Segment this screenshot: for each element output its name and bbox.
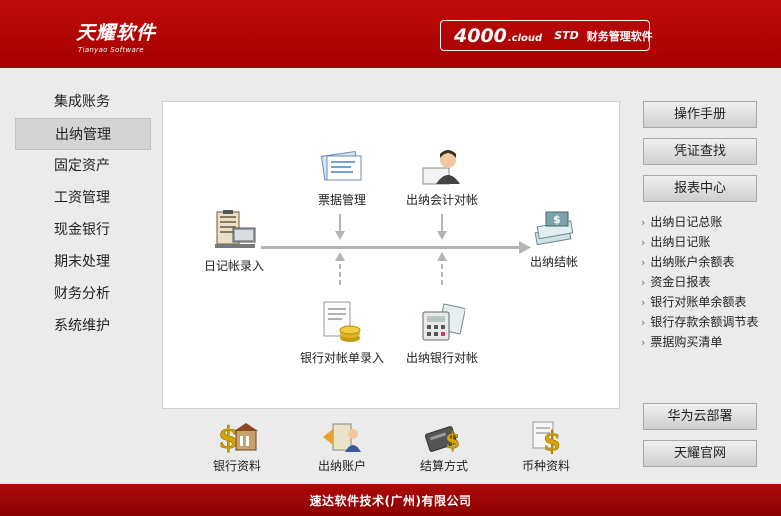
bills-icon — [320, 151, 362, 181]
report-link-label: 出纳日记账 — [650, 235, 711, 249]
huawei-cloud-button[interactable]: 华为云部署 — [643, 403, 757, 430]
chevron-right-icon: › — [641, 276, 646, 289]
product-edition: STD — [554, 29, 579, 42]
nav-item-period-end[interactable]: 期末处理 — [15, 246, 151, 278]
operation-manual-button[interactable]: 操作手册 — [643, 101, 757, 128]
currency-icon: $ — [532, 421, 561, 454]
bank-statement-entry-label: 银行对帐单录入 — [299, 351, 384, 365]
chevron-right-icon: › — [641, 256, 646, 269]
bank-info-label: 银行资料 — [212, 459, 261, 473]
report-link-label: 出纳日记总账 — [650, 215, 723, 229]
cashier-accounting-reconcile-node[interactable]: 出纳会计对帐 — [399, 148, 485, 208]
report-list: › 出纳日记总账 › 出纳日记账 › 出纳账户余额表 › 资金日报表 › 银行对账单余额表… — [641, 212, 758, 352]
bank-statement-entry-node[interactable]: 银行对帐单录入 — [295, 300, 389, 366]
journal-entry-label: 日记帐录入 — [203, 259, 264, 273]
report-link[interactable]: › 出纳账户余额表 — [641, 252, 758, 272]
chevron-right-icon: › — [641, 296, 646, 309]
main-flow-line — [261, 246, 523, 249]
cashier-account-label: 出纳账户 — [317, 459, 366, 473]
down-arrow-reconcile — [437, 214, 447, 240]
cashier-account-icon — [323, 423, 361, 452]
cashier-close-node[interactable]: $ 出纳结帐 — [519, 210, 589, 270]
calculator-money-icon — [422, 303, 465, 341]
svg-text:$: $ — [543, 427, 561, 454]
report-link-label: 票据购买清单 — [650, 335, 723, 349]
nav-item-financial-analysis[interactable]: 财务分析 — [15, 278, 151, 310]
nav-item-cashier[interactable]: 出纳管理 — [15, 118, 151, 150]
chevron-right-icon: › — [641, 216, 646, 229]
currency-info-link[interactable]: $ 币种资料 — [512, 420, 580, 474]
logo-cn: 天耀软件 — [76, 22, 157, 44]
official-website-button[interactable]: 天耀官网 — [643, 440, 757, 467]
chevron-right-icon: › — [641, 316, 646, 329]
down-arrow-bill — [335, 214, 345, 240]
report-link-label: 银行存款余额调节表 — [650, 315, 759, 329]
journal-entry-node[interactable]: 日记帐录入 — [195, 210, 273, 274]
footer-company: 速达软件技术(广州)有限公司 — [0, 484, 781, 516]
up-arrow-bank-statement — [335, 252, 345, 285]
nav-item-system-maintenance[interactable]: 系统维护 — [15, 310, 151, 342]
bill-management-node[interactable]: 票据管理 — [303, 148, 381, 208]
statement-coins-icon — [323, 301, 361, 342]
money-stack-icon: $ — [534, 211, 574, 246]
currency-info-label: 币种资料 — [521, 459, 570, 473]
settlement-method-link[interactable]: $ 结算方式 — [410, 420, 478, 474]
left-nav: 集成账务 出纳管理 固定资产 工资管理 现金银行 期末处理 财务分析 系统维护 — [15, 86, 151, 342]
bank-info-icon: $ — [218, 421, 258, 454]
nav-item-payroll[interactable]: 工资管理 — [15, 182, 151, 214]
cashier-close-label: 出纳结帐 — [529, 255, 578, 269]
svg-text:$: $ — [445, 428, 460, 454]
cashier-account-link[interactable]: 出纳账户 — [306, 420, 378, 474]
chevron-right-icon: › — [641, 236, 646, 249]
svg-text:$: $ — [553, 213, 561, 226]
accountant-icon — [422, 150, 460, 185]
settlement-card-icon: $ — [424, 426, 461, 454]
product-name: 财务管理软件 — [586, 29, 653, 43]
nav-item-cash-bank[interactable]: 现金银行 — [15, 214, 151, 246]
voucher-query-button[interactable]: 凭证查找 — [643, 138, 757, 165]
report-link[interactable]: › 资金日报表 — [641, 272, 758, 292]
settlement-method-label: 结算方式 — [419, 459, 468, 473]
report-link[interactable]: › 出纳日记总账 — [641, 212, 758, 232]
ledger-book-icon — [215, 210, 256, 248]
cashier-bank-reconcile-label: 出纳银行对帐 — [405, 351, 478, 365]
cashier-flow-panel: 日记帐录入 票据管理 出纳会计对帐 $ 出纳结帐 银行对帐单录入 出纳银行对帐 — [162, 101, 620, 409]
brand-logo: 天耀软件 Tianyao Software — [76, 18, 156, 54]
report-link-label: 出纳账户余额表 — [650, 255, 735, 269]
report-link-label: 银行对账单余额表 — [650, 295, 747, 309]
bank-info-link[interactable]: $ 银行资料 — [203, 420, 271, 474]
product-badge: 4000 .cloud STD 财务管理软件 — [440, 20, 653, 51]
cashier-bank-reconcile-node[interactable]: 出纳银行对帐 — [399, 300, 485, 366]
up-arrow-bank-reconcile — [437, 252, 447, 285]
nav-item-integrated-accounting[interactable]: 集成账务 — [15, 86, 151, 118]
product-cloud: .cloud — [507, 33, 543, 44]
report-center-button[interactable]: 报表中心 — [643, 175, 757, 202]
report-link[interactable]: › 银行对账单余额表 — [641, 292, 758, 312]
report-link[interactable]: › 银行存款余额调节表 — [641, 312, 758, 332]
cashier-accounting-reconcile-label: 出纳会计对帐 — [405, 193, 478, 207]
nav-item-fixed-assets[interactable]: 固定资产 — [15, 150, 151, 182]
report-link[interactable]: › 出纳日记账 — [641, 232, 758, 252]
product-version: 4000 — [454, 24, 507, 47]
app-header: 天耀软件 Tianyao Software 4000 .cloud STD 财务… — [0, 0, 781, 68]
chevron-right-icon: › — [641, 336, 646, 349]
report-link[interactable]: › 票据购买清单 — [641, 332, 758, 352]
logo-en: Tianyao Software — [78, 46, 144, 54]
bill-management-label: 票据管理 — [317, 193, 366, 207]
report-link-label: 资金日报表 — [650, 275, 711, 289]
